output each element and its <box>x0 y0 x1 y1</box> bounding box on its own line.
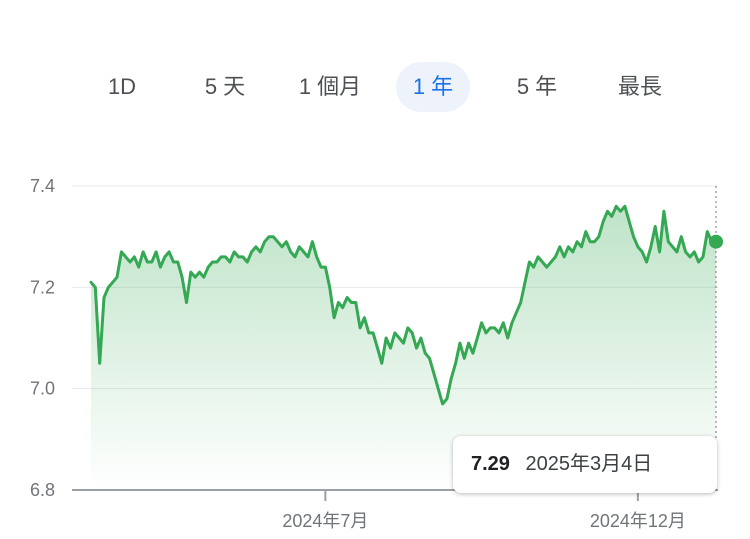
tooltip-price: 7.29 <box>471 453 510 475</box>
y-tick-label: 6.8 <box>30 480 55 500</box>
y-tick-label: 7.4 <box>30 176 55 196</box>
y-axis: 7.4 7.2 7.0 6.8 <box>30 176 55 500</box>
y-tick-label: 7.0 <box>30 379 55 399</box>
price-tooltip: 7.29 2025年3月4日 <box>453 436 717 493</box>
x-tick-label: 2024年7月 <box>282 511 368 531</box>
current-point-marker <box>709 234 723 249</box>
tooltip-date: 2025年3月4日 <box>525 453 653 475</box>
x-tick-label: 2024年12月 <box>590 511 686 531</box>
y-tick-label: 7.2 <box>30 277 55 297</box>
x-axis: 2024年7月 2024年12月 <box>282 490 686 531</box>
